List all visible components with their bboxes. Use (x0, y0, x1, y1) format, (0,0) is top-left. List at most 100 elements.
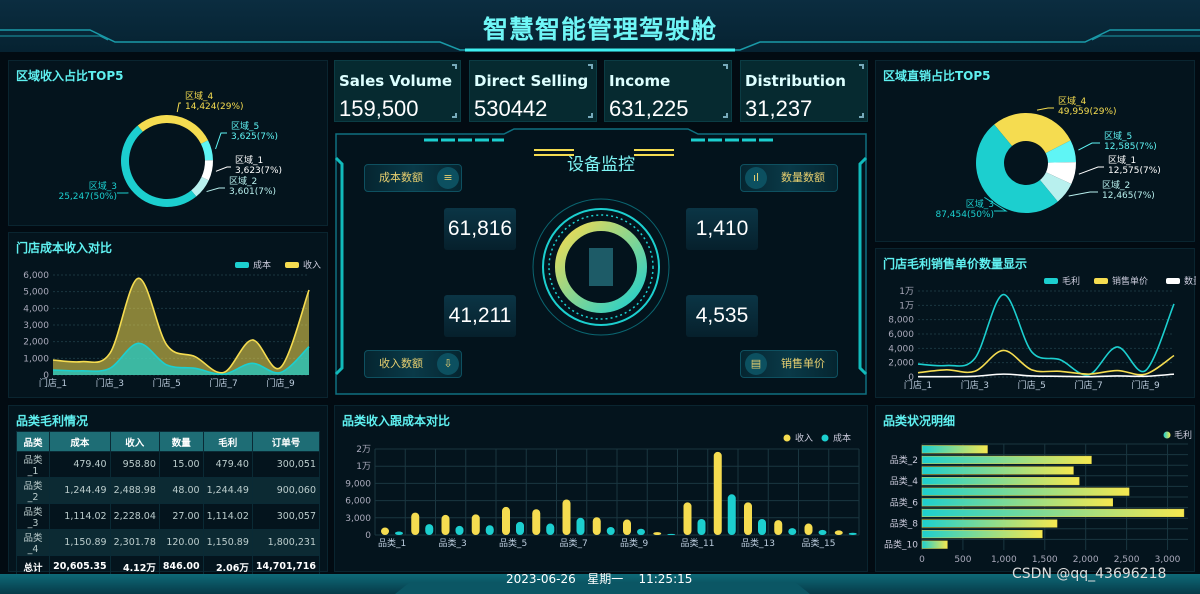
legend-label: 成本 (253, 259, 271, 271)
y-tick-label: 1万 (899, 301, 914, 311)
category-income-cost-panel: 品类收入跟成本对比 0 3,000 6,000 9,000 1万 2万 品类_1 品类_3 品类_… (334, 405, 868, 572)
y-tick-label: 2,000 (23, 338, 49, 348)
leader-line (1078, 166, 1104, 175)
pie-slice (137, 115, 209, 144)
table-cell: 品类_3 (15, 503, 51, 530)
table-cell: 120.00 (158, 529, 204, 556)
database-icon: ≡ (437, 167, 459, 189)
kpi-sales-volume: Sales Volume 159,500 (334, 60, 461, 122)
bar (921, 445, 988, 454)
x-tick-label: 品类_7 (560, 537, 588, 549)
table-cell: 1,244.49 (202, 477, 253, 504)
y-tick-label: 品类_6 (890, 496, 919, 508)
table-cell: 1,150.89 (49, 529, 111, 556)
bar (921, 498, 1113, 507)
y-tick-label: 品类_8 (890, 518, 919, 530)
y-tick-label: 1万 (356, 462, 371, 472)
bar (441, 514, 450, 535)
y-tick-label: 品类_10 (884, 539, 918, 551)
pie-slice (200, 140, 213, 161)
slice-value: 87,454(50%) (935, 210, 994, 220)
bar (921, 477, 1080, 486)
y-tick-label: 品类_4 (890, 475, 919, 487)
table-cell: 品类_1 (15, 451, 51, 478)
pie-slice (201, 160, 214, 181)
bar (606, 526, 615, 535)
y-tick-label: 6,000 (888, 330, 914, 340)
monitor-value-income: 41,211 (444, 295, 516, 337)
x-tick-label: 门店_5 (1018, 379, 1046, 391)
monitor-label-quantity: ıl 数量数额 (740, 164, 838, 192)
device-monitor-panel: 设备监控 成本数额 ≡ ıl 数量数额 收入数额 ⇩ ▤ 销售单价 61,816 1,4… (334, 128, 868, 400)
bar (562, 499, 571, 535)
panel-title: 品类毛利情况 (16, 414, 89, 428)
leader-line (206, 187, 225, 193)
leader-line (176, 102, 181, 113)
table-cell: 958.80 (109, 451, 160, 478)
bar (697, 518, 706, 535)
table-header: 品类 成本 收入 数量 毛利 订单号 (15, 431, 321, 452)
slice-name: 区域_4 (1058, 95, 1087, 107)
bar (485, 525, 494, 535)
region-income-panel: 区域收入占比TOP5 区域_4 14,424(29%) 区域_5 3,625(7%) 区域… (8, 60, 328, 226)
kpi-value: 530442 (474, 96, 548, 121)
leader-line (1036, 107, 1054, 111)
y-tick-label: 9,000 (345, 479, 371, 489)
store-profit-chart: 02,0004,0006,0008,0001万1万门店_1 门店_3 门店_5 门店_… (888, 275, 1196, 391)
table-row: 品类_4 1,150.89 2,301.78 120.00 1,150.89 1,800,… (15, 529, 321, 556)
region-direct-panel: 区域直销占比TOP5 区域_4 49,959(29%) 区域_5 12,585(7%) 区… (875, 60, 1195, 242)
bar (727, 494, 736, 535)
category-table: 品类 成本 收入 数量 毛利 订单号 品类_1 479.40 958.80 15.00 479.40… (15, 431, 321, 578)
bar (667, 533, 676, 535)
table-row: 品类_1 479.40 958.80 15.00 479.40 300,051 (15, 451, 321, 478)
legend-swatch (235, 262, 249, 268)
x-tick-label: 门店_1 (39, 377, 67, 389)
monitor-label-unit-price: ▤ 销售单价 (740, 350, 838, 378)
legend-label: 收入 (303, 259, 321, 271)
legend-label: 毛利 (1174, 429, 1192, 441)
table-cell: 2,301.78 (109, 529, 160, 556)
page-title: 智慧智能管理驾驶舱 (482, 15, 717, 44)
x-tick-label: 品类_1 (378, 537, 406, 549)
slice-value: 12,575(7%) (1108, 166, 1161, 176)
bar (532, 509, 541, 535)
slice-value: 3,623(7%) (235, 166, 282, 176)
y-tick-label: 2万 (356, 445, 371, 455)
table-cell: 479.40 (202, 451, 253, 478)
column-header: 品类 (15, 431, 51, 452)
bar (744, 502, 752, 535)
download-icon: ⇩ (437, 353, 459, 375)
table-cell: 1,114.02 (49, 503, 111, 530)
x-tick-label: 门店_3 (96, 377, 124, 389)
table-cell: 15.00 (158, 451, 204, 478)
bar (788, 528, 797, 535)
legend-dot (1163, 431, 1171, 439)
bar (921, 508, 1185, 517)
table-cell: 300,057 (251, 503, 321, 530)
slice-name: 区域_1 (1108, 154, 1136, 166)
x-tick-label: 门店_9 (266, 377, 295, 389)
x-tick-label: 门店_5 (153, 377, 181, 389)
bar (713, 451, 722, 535)
bar (653, 532, 662, 535)
leader-line (215, 132, 227, 150)
slice-value: 3,625(7%) (231, 132, 278, 142)
legend-swatch (1044, 278, 1058, 284)
category-table-panel: 品类毛利情况 品类 成本 收入 数量 毛利 订单号 品类_1 479.40 958.80 15.0… (8, 405, 328, 578)
leader-line (1078, 142, 1100, 151)
kpi-value: 631,225 (609, 96, 689, 121)
region-direct-chart: 区域_449,959(29%) 区域_512,585(7%) 区域_112,575(… (935, 95, 1161, 220)
area-0 (53, 278, 309, 375)
table-cell: 27.00 (158, 503, 204, 530)
table-cell: 479.40 (49, 451, 111, 478)
x-tick-label: 门店_9 (1131, 379, 1160, 391)
y-tick-label: 1,000 (23, 354, 49, 364)
bar (921, 466, 1074, 475)
footer: 2023-06-26 星期一 11:25:15 CSDN @qq_4369621… (0, 566, 1200, 594)
bar (425, 524, 434, 535)
legend-swatch (1094, 278, 1108, 284)
time: 11:25:15 (638, 572, 693, 586)
monitor-value-cost: 61,816 (444, 208, 516, 250)
monitor-label-text: 数量数额 (781, 171, 825, 184)
x-tick-label: 门店_1 (904, 379, 932, 391)
